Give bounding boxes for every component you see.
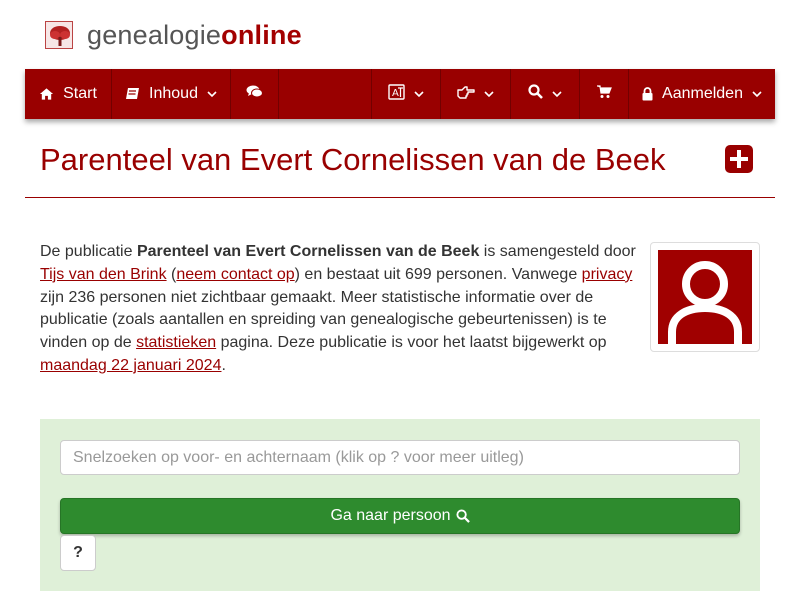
nav-inhoud[interactable]: Inhoud (112, 69, 231, 119)
nav-shop[interactable] (580, 69, 629, 119)
search-icon (455, 509, 470, 523)
statistics-link[interactable]: statistieken (136, 334, 216, 351)
nav-login[interactable]: Aanmelden (629, 69, 775, 119)
nav-inhoud-label: Inhoud (149, 85, 198, 102)
nav-search[interactable] (511, 69, 580, 119)
author-link[interactable]: Tijs van den Brink (40, 266, 167, 283)
go-to-person-button[interactable]: Ga naar persoon (60, 498, 740, 534)
shopping-cart-icon (596, 84, 612, 104)
chevron-down-icon (484, 90, 494, 98)
nav-start-label: Start (63, 85, 97, 102)
quick-search-panel: Ga naar persoon ? (40, 419, 760, 591)
page-title: Parenteel van Evert Cornelissen van de B… (40, 142, 666, 177)
nav-login-label: Aanmelden (662, 85, 743, 102)
publication-title: Parenteel van Evert Cornelissen van de B… (136, 243, 480, 260)
chevron-down-icon (414, 90, 424, 98)
book-icon (125, 87, 140, 101)
user-avatar-icon (658, 250, 752, 344)
logo-text: genealogieonline (87, 20, 302, 50)
author-avatar-frame[interactable] (650, 242, 760, 352)
title-section: Parenteel van Evert Cornelissen van de B… (25, 120, 775, 198)
nav-actions[interactable] (441, 69, 511, 119)
plus-square-icon[interactable] (725, 145, 753, 173)
hand-point-right-icon (457, 85, 475, 104)
search-help-button[interactable]: ? (60, 535, 96, 571)
comments-icon (246, 85, 263, 104)
main-navbar: Start Inhoud A Aanmelden (25, 69, 775, 119)
home-icon (39, 87, 54, 101)
chevron-down-icon (752, 90, 762, 98)
site-logo[interactable]: genealogieonline (45, 20, 302, 50)
publication-intro: De publicatie Parenteel van Evert Cornel… (40, 243, 636, 374)
nav-forum[interactable] (231, 69, 279, 119)
lock-icon (642, 87, 653, 101)
svg-text:A: A (392, 88, 399, 99)
quick-search-input[interactable] (60, 440, 740, 475)
search-icon (528, 84, 543, 104)
nav-start[interactable]: Start (25, 69, 112, 119)
contact-link[interactable]: neem contact op (176, 266, 294, 283)
nav-language[interactable]: A (372, 69, 441, 119)
chevron-down-icon (552, 90, 562, 98)
chevron-down-icon (207, 90, 217, 98)
go-to-person-label: Ga naar persoon (330, 507, 451, 524)
nav-spacer (279, 69, 372, 119)
privacy-link[interactable]: privacy (582, 266, 633, 283)
last-updated-link[interactable]: maandag 22 januari 2024 (40, 357, 221, 374)
language-icon: A (388, 83, 405, 105)
tree-logo-icon (45, 21, 73, 49)
